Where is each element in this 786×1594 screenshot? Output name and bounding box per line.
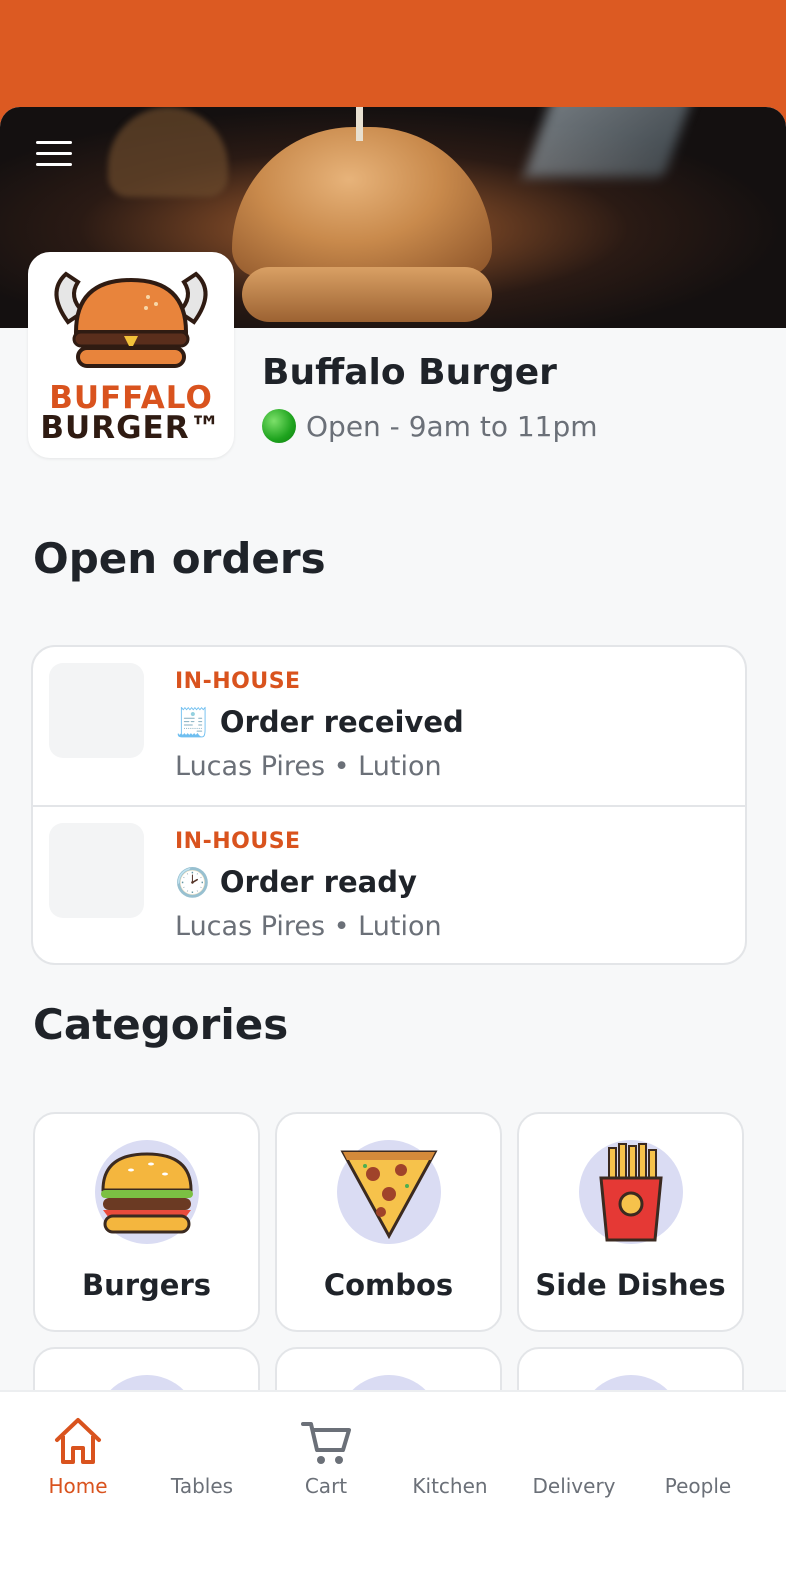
nav-label: Tables <box>170 1474 234 1498</box>
pizza-icon <box>337 1140 441 1244</box>
logo-text-line2: BURGER™ <box>40 410 222 446</box>
nav-label: Kitchen <box>412 1474 488 1498</box>
fries-icon <box>579 1140 683 1244</box>
receipt-icon: 🧾 <box>175 705 210 739</box>
nav-label: People <box>664 1474 732 1498</box>
burger-icon <box>95 1140 199 1244</box>
order-item[interactable]: IN-HOUSE 🧾 Order received Lucas Pires • … <box>33 647 745 805</box>
delivery-icon <box>547 1412 601 1470</box>
order-status: 🧾 Order received <box>175 705 464 739</box>
store-logo: BUFFALO BURGER™ <box>28 252 234 458</box>
nav-label: Home <box>48 1474 108 1498</box>
category-combos[interactable]: Combos <box>275 1112 502 1332</box>
open-status-icon <box>262 409 296 443</box>
category-side-dishes[interactable]: Side Dishes <box>517 1112 744 1332</box>
order-status-label: Order ready <box>219 865 417 899</box>
order-customer: Lucas Pires • Lution <box>175 751 442 782</box>
order-item[interactable]: IN-HOUSE 🕑 Order ready Lucas Pires • Lut… <box>33 805 745 963</box>
categories-title: Categories <box>33 1000 289 1049</box>
order-status-label: Order received <box>219 705 464 739</box>
home-icon <box>55 1418 101 1464</box>
bottom-navigation: Home Tables Cart Kitchen Delivery People <box>0 1390 786 1594</box>
nav-kitchen[interactable]: Kitchen <box>388 1412 512 1498</box>
order-type: IN-HOUSE <box>175 829 301 854</box>
category-label: Combos <box>323 1268 454 1302</box>
tables-icon <box>175 1412 229 1470</box>
nav-delivery[interactable]: Delivery <box>512 1412 636 1498</box>
menu-icon[interactable] <box>36 141 76 171</box>
people-icon <box>671 1412 725 1470</box>
nav-people[interactable]: People <box>636 1412 760 1498</box>
order-thumbnail <box>49 823 144 918</box>
nav-tables[interactable]: Tables <box>140 1412 264 1498</box>
order-thumbnail <box>49 663 144 758</box>
kitchen-icon <box>423 1412 477 1470</box>
cart-icon <box>301 1422 351 1464</box>
open-orders-title: Open orders <box>33 534 326 583</box>
nav-label: Delivery <box>532 1474 616 1498</box>
clock-icon: 🕑 <box>175 865 210 899</box>
category-burgers[interactable]: Burgers <box>33 1112 260 1332</box>
store-hours: Open - 9am to 11pm <box>306 409 598 443</box>
order-customer: Lucas Pires • Lution <box>175 911 442 942</box>
nav-cart[interactable]: Cart <box>264 1412 388 1498</box>
buffalo-burger-logo-icon <box>54 271 208 368</box>
open-orders-list: IN-HOUSE 🧾 Order received Lucas Pires • … <box>31 645 747 965</box>
nav-label: Cart <box>304 1474 348 1498</box>
order-type: IN-HOUSE <box>175 669 301 694</box>
order-status: 🕑 Order ready <box>175 865 417 899</box>
nav-home[interactable]: Home <box>16 1412 140 1498</box>
store-status: Open - 9am to 11pm <box>262 409 598 443</box>
category-label: Burgers <box>81 1268 212 1302</box>
home-screen: BUFFALO BURGER™ Buffalo Burger Open - 9a… <box>0 107 786 1592</box>
category-label: Side Dishes <box>535 1268 726 1302</box>
store-name: Buffalo Burger <box>262 352 557 393</box>
